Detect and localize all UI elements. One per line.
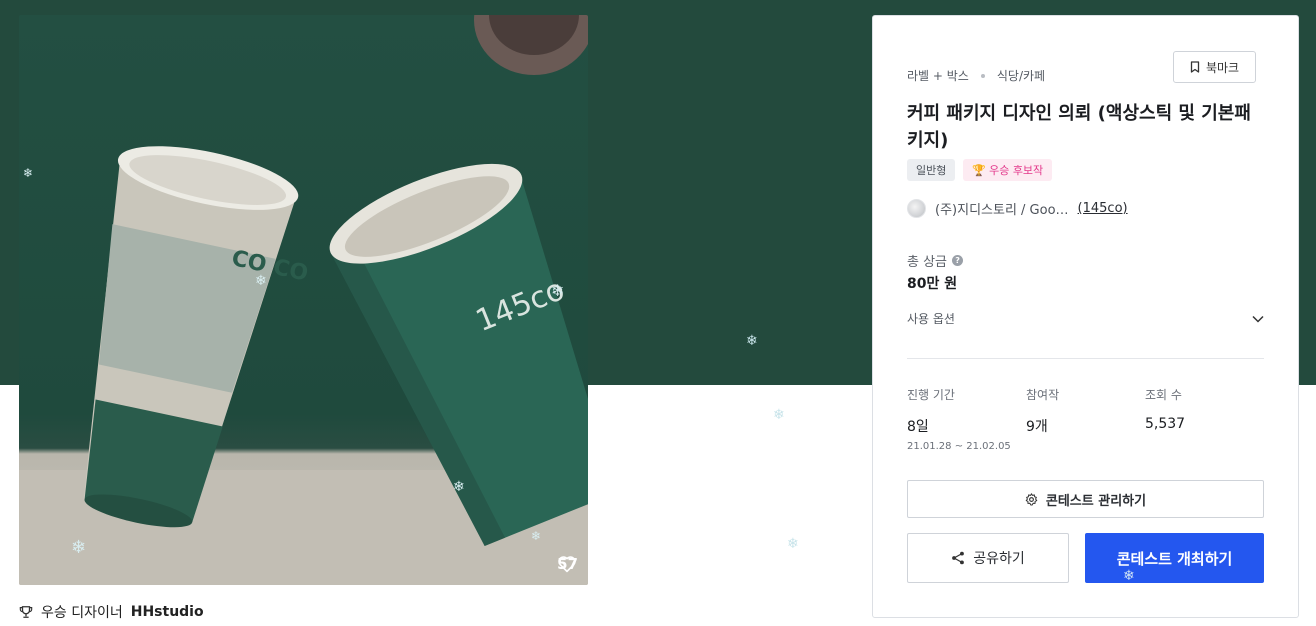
snowflake-icon: ❄ bbox=[787, 536, 799, 552]
gear-icon bbox=[1025, 492, 1038, 506]
breadcrumb-separator bbox=[980, 73, 985, 78]
contest-title: 커피 패키지 디자인 의뢰 (액상스틱 및 기본패키지) bbox=[907, 103, 1251, 151]
usage-options-label: 사용 옵션 bbox=[907, 312, 955, 326]
prize-label: 총 상금 ? bbox=[907, 251, 964, 270]
share-label: 공유하기 bbox=[973, 551, 1025, 567]
svg-text:❄: ❄ bbox=[71, 537, 86, 558]
stat-value: 8일 bbox=[907, 419, 929, 435]
like-button[interactable]: 57 bbox=[557, 555, 578, 573]
manage-contest-button[interactable]: 콘테스트 관리하기 bbox=[907, 480, 1264, 518]
question-icon[interactable]: ? bbox=[952, 255, 964, 266]
bookmark-button[interactable]: 북마크 bbox=[1173, 51, 1256, 83]
award-candidate-label: 우승 후보작 bbox=[989, 164, 1044, 177]
heart-icon bbox=[558, 556, 576, 573]
winner-prefix: 우승 디자이너 bbox=[41, 605, 123, 621]
svg-text:❄: ❄ bbox=[23, 166, 33, 180]
stat-label: 조회 수 bbox=[1145, 388, 1182, 402]
prize-label-text: 총 상금 bbox=[907, 255, 948, 270]
breadcrumb-category[interactable]: 라벨 + 박스 bbox=[907, 67, 969, 84]
manage-contest-label: 콘테스트 관리하기 bbox=[1045, 493, 1147, 509]
cup-illustration: CO CO 145co ❄ ❄ ❄ ❄ ❄ ❄ bbox=[19, 15, 588, 585]
usage-options-toggle[interactable]: 사용 옵션 bbox=[907, 310, 1264, 327]
stat-label: 진행 기간 bbox=[907, 388, 955, 402]
stat-value: 5,537 bbox=[1145, 416, 1186, 432]
breadcrumb: 라벨 + 박스 식당/카페 bbox=[907, 67, 1045, 84]
stat-entries: 참여작 9개 bbox=[1026, 386, 1059, 436]
contest-type-tag: 일반형 bbox=[907, 159, 956, 181]
host-brand-link[interactable]: (145co) bbox=[1078, 201, 1128, 216]
contest-detail-panel: 라벨 + 박스 식당/카페 북마크 커피 패키지 디자인 의뢰 (액상스틱 및 … bbox=[872, 15, 1299, 618]
stat-label: 참여작 bbox=[1026, 388, 1060, 402]
trophy-icon: 🏆 bbox=[972, 163, 987, 177]
divider bbox=[907, 358, 1264, 359]
stat-value: 9개 bbox=[1026, 419, 1048, 435]
tag-list: 일반형 🏆 우승 후보작 bbox=[907, 159, 1053, 181]
svg-text:❄: ❄ bbox=[453, 479, 465, 495]
bookmark-icon bbox=[1190, 61, 1200, 73]
share-button[interactable]: 공유하기 bbox=[907, 533, 1069, 583]
stat-duration: 진행 기간 8일 21.01.28 ~ 21.02.05 bbox=[907, 386, 1011, 452]
svg-text:❄: ❄ bbox=[551, 281, 564, 300]
stat-views: 조회 수 5,537 bbox=[1145, 386, 1185, 432]
stat-date-range: 21.01.28 ~ 21.02.05 bbox=[907, 441, 1011, 452]
svg-text:❄: ❄ bbox=[531, 529, 541, 543]
share-icon bbox=[952, 551, 965, 565]
snowflake-icon: ❄ bbox=[773, 407, 785, 423]
award-candidate-tag: 🏆 우승 후보작 bbox=[963, 159, 1053, 181]
winner-designer: 우승 디자이너 HHstudio bbox=[19, 602, 204, 622]
snowflake-icon: ❄ bbox=[1123, 568, 1135, 584]
bookmark-label: 북마크 bbox=[1205, 60, 1240, 75]
winner-name[interactable]: HHstudio bbox=[131, 604, 204, 620]
breadcrumb-subcategory[interactable]: 식당/카페 bbox=[997, 67, 1045, 84]
entry-image[interactable]: CO CO 145co ❄ ❄ ❄ ❄ ❄ ❄ 57 bbox=[19, 15, 588, 585]
svg-text:❄: ❄ bbox=[255, 273, 267, 289]
host-info: (주)지디스토리 / Goo… (145co) bbox=[907, 199, 1128, 218]
chevron-down-icon bbox=[1252, 315, 1264, 323]
snowflake-icon: ❄ bbox=[746, 333, 758, 349]
trophy-icon bbox=[19, 606, 33, 618]
host-contest-label: 콘테스트 개최하기 bbox=[1116, 549, 1233, 568]
prize-value: 80만 원 bbox=[907, 276, 958, 292]
host-name: (주)지디스토리 / Goo… bbox=[935, 203, 1069, 218]
host-avatar bbox=[907, 199, 926, 218]
host-contest-button[interactable]: 콘테스트 개최하기 bbox=[1085, 533, 1264, 583]
